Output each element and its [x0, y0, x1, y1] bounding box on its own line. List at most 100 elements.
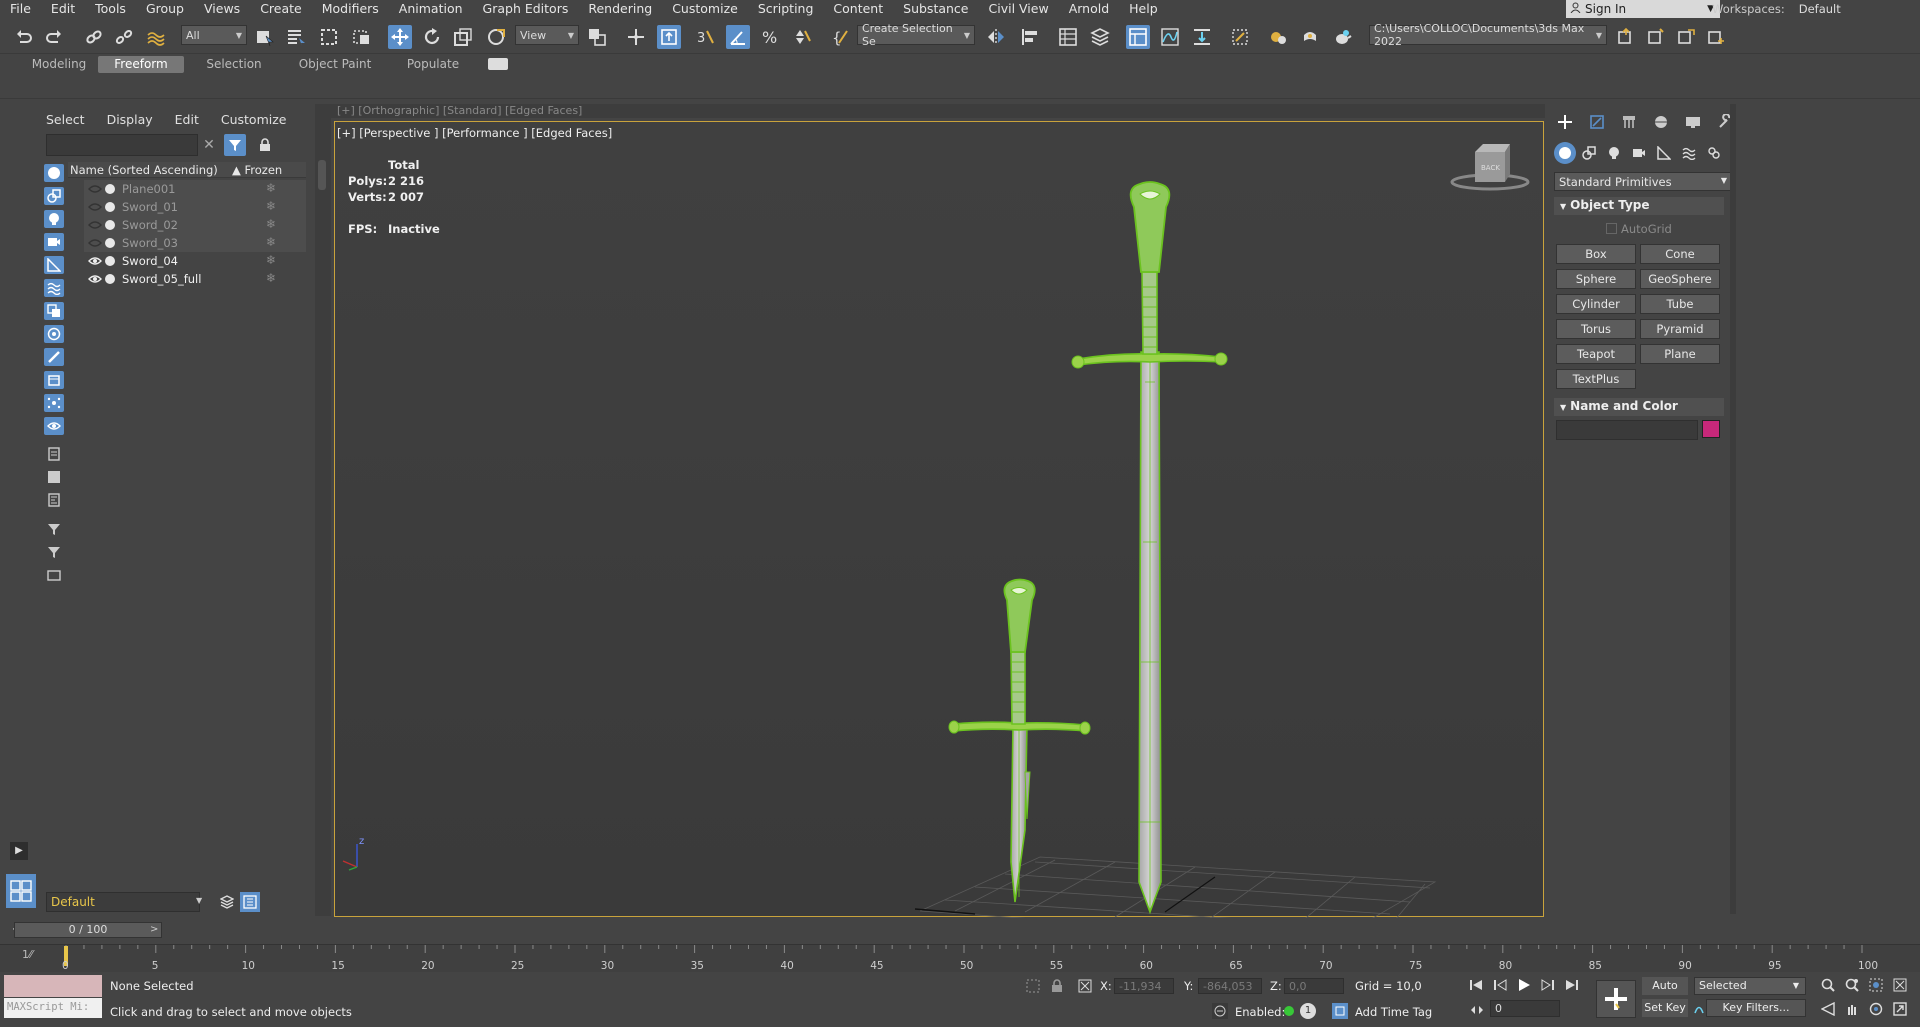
shapes-category[interactable] [1578, 142, 1600, 164]
menu-group[interactable]: Group [136, 0, 194, 18]
sort-by-hierarchy-button[interactable] [240, 892, 260, 912]
isolate-selection-button[interactable] [1024, 977, 1042, 995]
eye-icon[interactable] [88, 254, 102, 268]
explorer-row[interactable]: Sword_04 ❄ [84, 252, 306, 270]
pivot-center-button[interactable] [585, 25, 609, 49]
menu-file[interactable]: File [0, 0, 41, 18]
layer-explorer-button[interactable] [1088, 25, 1112, 49]
keyboard-shortcut-override-button[interactable] [657, 25, 681, 49]
set-keys-button[interactable] [1596, 980, 1636, 1018]
explorer-row[interactable]: Sword_03 ❄ [84, 234, 306, 252]
open-project-button[interactable] [1614, 25, 1638, 49]
menu-rendering[interactable]: Rendering [578, 0, 662, 18]
spinner-snap-button[interactable] [790, 25, 814, 49]
set-key-button[interactable]: Set Key [1642, 999, 1688, 1017]
display-cameras-button[interactable] [44, 233, 64, 251]
y-coordinate-field[interactable]: -864,053 [1198, 978, 1262, 994]
eye-hidden-icon[interactable] [88, 182, 102, 196]
key-mode-toggle-button[interactable] [1468, 1002, 1486, 1018]
mirror-button[interactable] [984, 25, 1008, 49]
align-button[interactable] [1018, 25, 1042, 49]
column-frozen-header[interactable]: ▲ Frozen [232, 163, 282, 177]
freeze-icon[interactable]: ❄ [266, 181, 276, 195]
ribbon-tab-selection[interactable]: Selection [194, 56, 274, 73]
teapot-button[interactable]: Teapot [1556, 344, 1636, 364]
display-shapes-button[interactable] [44, 187, 64, 205]
object-name-input[interactable] [1556, 420, 1698, 440]
top-viewport-strip[interactable]: [+] [Orthographic] [Standard] [Edged Fac… [315, 104, 1545, 118]
curve-editor-button[interactable] [1158, 25, 1182, 49]
sign-in-dropdown[interactable]: Sign In ▼ [1566, 0, 1720, 18]
explorer-menu-select[interactable]: Select [46, 112, 85, 127]
curve-editor-mini-icon[interactable]: 1⁄⁄ [22, 948, 33, 961]
select-and-move-button[interactable] [388, 25, 412, 49]
menu-customize[interactable]: Customize [662, 0, 748, 18]
percent-snap-button[interactable]: % [758, 25, 782, 49]
ribbon-toggle-button[interactable] [488, 58, 508, 70]
menu-edit[interactable]: Edit [41, 0, 85, 18]
ribbon-tab-populate[interactable]: Populate [396, 56, 470, 73]
absolute-mode-button[interactable] [1076, 977, 1094, 995]
explorer-row[interactable]: Sword_05_full ❄ [84, 270, 306, 288]
go-to-end-button[interactable] [1562, 976, 1582, 994]
project-save-button[interactable] [1644, 25, 1668, 49]
menu-substance[interactable]: Substance [893, 0, 978, 18]
eye-icon[interactable] [88, 272, 102, 286]
explorer-row[interactable]: Plane001 ❄ [84, 180, 306, 198]
selection-lock-button[interactable] [1048, 977, 1066, 995]
display-particles-button[interactable] [44, 394, 64, 412]
reference-coordinate-dropdown[interactable]: View ▼ [515, 25, 579, 45]
render-production-button[interactable] [1330, 25, 1354, 49]
cameras-category[interactable] [1628, 142, 1650, 164]
orbit-button[interactable] [1866, 1000, 1886, 1018]
modify-tab[interactable] [1586, 112, 1608, 132]
filter-settings-button[interactable] [44, 520, 64, 538]
menu-scripting[interactable]: Scripting [748, 0, 824, 18]
lights-category[interactable] [1603, 142, 1625, 164]
freeze-icon[interactable]: ❄ [266, 217, 276, 231]
explorer-menu-customize[interactable]: Customize [221, 112, 287, 127]
display-bones-button[interactable] [44, 348, 64, 366]
eye-hidden-icon[interactable] [88, 236, 102, 250]
unlink-button[interactable] [112, 25, 136, 49]
textplus-button[interactable]: TextPlus [1556, 369, 1636, 389]
torus-button[interactable]: Torus [1556, 319, 1636, 339]
rendered-frame-window-button[interactable] [1298, 25, 1322, 49]
tube-button[interactable]: Tube [1640, 294, 1720, 314]
geometry-category[interactable] [1554, 142, 1576, 164]
menu-modifiers[interactable]: Modifiers [312, 0, 389, 18]
play-button[interactable] [1514, 976, 1534, 994]
menu-graph-editors[interactable]: Graph Editors [473, 0, 579, 18]
select-object-button[interactable] [253, 25, 277, 49]
freeze-icon[interactable]: ❄ [266, 253, 276, 267]
project-new-button[interactable] [1704, 25, 1728, 49]
perspective-viewport[interactable]: z BACK [334, 121, 1544, 918]
object-category-dropdown[interactable]: Standard Primitives ▼ [1554, 172, 1734, 191]
toggle-scene-explorer-button[interactable] [1126, 25, 1150, 49]
viewport-splitter-handle[interactable] [318, 160, 326, 190]
rectangular-selection-button[interactable] [317, 25, 341, 49]
display-groups-button[interactable] [44, 302, 64, 320]
viewport-label-menu[interactable]: [+] [Perspective ] [Performance ] [Edged… [337, 126, 612, 140]
project-folder-dropdown[interactable]: C:\Users\COLLOC\Documents\3ds Max 2022 ▼ [1369, 22, 1607, 48]
ribbon-tab-object-paint[interactable]: Object Paint [290, 56, 380, 73]
next-frame-button[interactable] [1538, 976, 1558, 994]
menu-create[interactable]: Create [250, 0, 312, 18]
explorer-row[interactable]: Sword_01 ❄ [84, 198, 306, 216]
pyramid-button[interactable]: Pyramid [1640, 319, 1720, 339]
eye-hidden-icon[interactable] [88, 218, 102, 232]
freeze-icon[interactable]: ❄ [266, 199, 276, 213]
select-and-scale-button[interactable] [451, 25, 475, 49]
invert-display-button[interactable] [44, 491, 64, 509]
redo-button[interactable] [42, 25, 66, 49]
adaptive-degradation-button[interactable] [1212, 1003, 1228, 1019]
lock-button[interactable] [256, 136, 274, 154]
box-button[interactable]: Box [1556, 244, 1636, 264]
explorer-menu-display[interactable]: Display [107, 112, 153, 127]
zoom-extents-all-button[interactable] [1890, 976, 1910, 994]
layer-stack-button[interactable] [218, 893, 236, 911]
column-name-header[interactable]: Name (Sorted Ascending) [70, 163, 218, 177]
command-panel-scrollbar[interactable] [1730, 104, 1736, 914]
key-tangent-button[interactable] [1694, 999, 1704, 1017]
geosphere-button[interactable]: GeoSphere [1640, 269, 1720, 289]
